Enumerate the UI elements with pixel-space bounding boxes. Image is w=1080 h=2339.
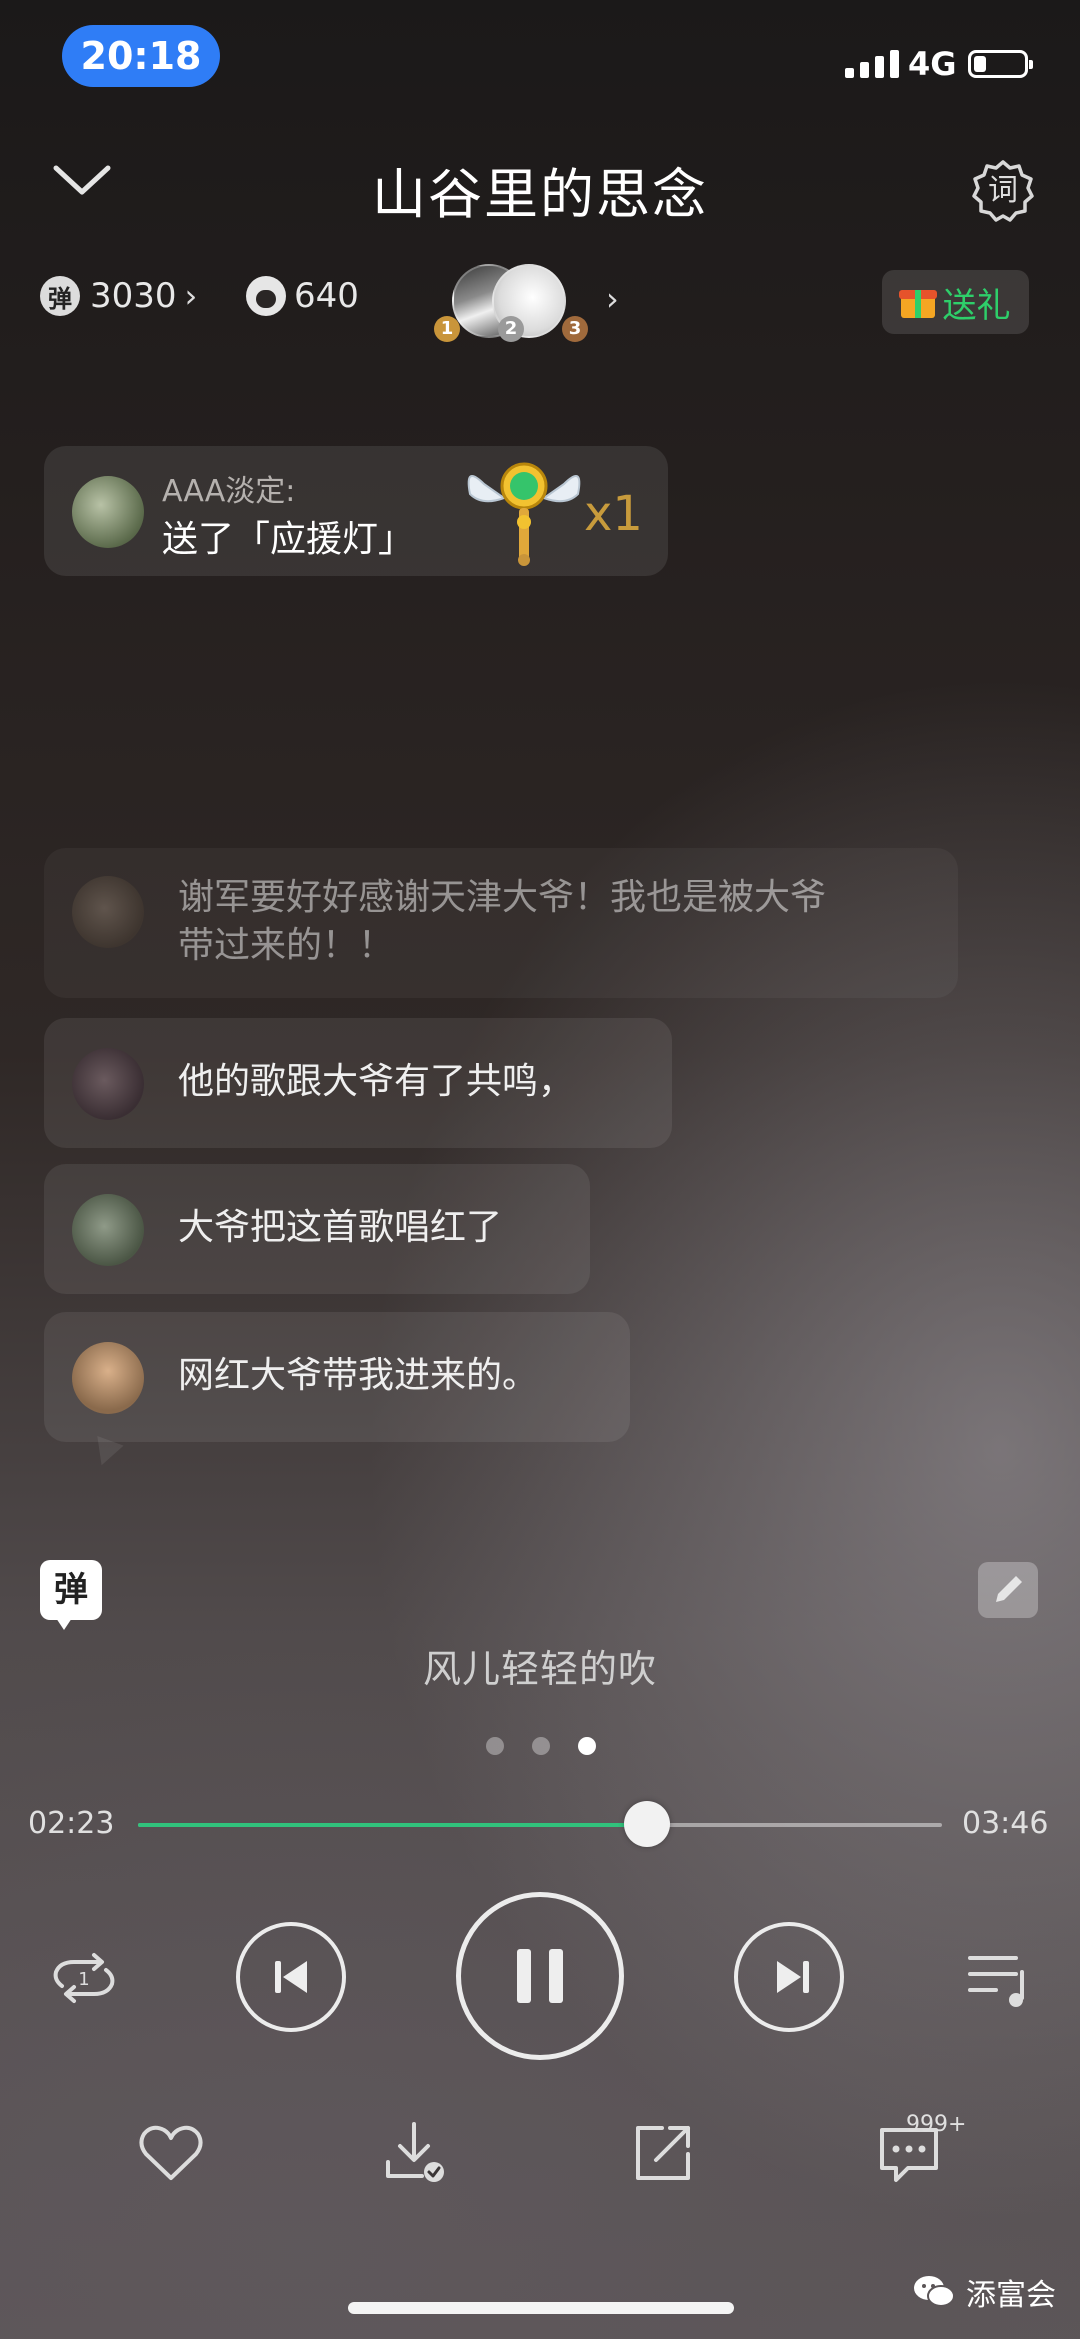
share-button[interactable]	[628, 2118, 698, 2188]
signal-icon	[845, 50, 899, 78]
wechat-icon	[914, 2276, 955, 2307]
comment-text: 他的歌跟大爷有了共鸣，	[178, 1061, 575, 1102]
progress-slider[interactable]	[138, 1801, 942, 1847]
like-button[interactable]	[136, 2118, 206, 2188]
page-dot-active	[578, 1737, 596, 1755]
top-gifters[interactable]: 1 2 3	[428, 262, 598, 346]
playlist-button[interactable]	[966, 1948, 1036, 2010]
rank-badge: 2	[498, 316, 524, 342]
danmaku-toggle-button[interactable]: 弹	[40, 1560, 102, 1630]
gift-sender: AAA淡定:	[162, 474, 296, 509]
pause-icon	[517, 1949, 563, 2003]
gift-multiplier: x1	[584, 486, 643, 542]
danmaku-count-link[interactable]: 弹 3030 ›	[40, 276, 197, 316]
avatar	[72, 1048, 144, 1120]
lyrics-settings-button[interactable]: 词	[970, 158, 1036, 224]
gift-notice: AAA淡定: 送了「应援灯」 x1	[44, 446, 668, 576]
page-dot	[486, 1737, 504, 1755]
comment-item[interactable]: 网红大爷带我进来的。	[44, 1312, 630, 1442]
current-time: 02:23	[28, 1806, 115, 1841]
comment-text: 大爷把这首歌唱红了	[178, 1207, 503, 1248]
download-button[interactable]	[382, 2118, 452, 2188]
chevron-right-icon[interactable]: ›	[598, 280, 619, 318]
comment-text: 谢军要好好感谢天津大爷！我也是被大爷 带过来的！！	[178, 877, 827, 966]
repeat-one-icon: 1	[53, 1953, 115, 2003]
battery-icon	[968, 50, 1033, 78]
avatar	[72, 476, 144, 548]
pause-button[interactable]	[456, 1892, 624, 2060]
home-indicator[interactable]	[348, 2302, 734, 2314]
progress-fill	[138, 1823, 647, 1827]
download-icon	[386, 2122, 444, 2182]
send-gift-button[interactable]: 送礼	[882, 270, 1029, 334]
comment-item[interactable]: 谢军要好好感谢天津大爷！我也是被大爷 带过来的！！	[44, 848, 958, 998]
total-time: 03:46	[962, 1806, 1049, 1841]
heart-icon	[139, 2125, 203, 2180]
comment-item[interactable]: 他的歌跟大爷有了共鸣，	[44, 1018, 672, 1148]
listen-count-link[interactable]: 640	[246, 276, 359, 316]
rank-badge: 3	[562, 316, 588, 342]
previous-track-button[interactable]	[236, 1922, 346, 2032]
watermark-text: 添富会	[966, 2278, 1056, 2313]
comment-count-badge: 999+	[906, 2112, 967, 2137]
avatar	[72, 1342, 144, 1414]
current-lyric: 风儿轻轻的吹	[422, 1647, 657, 1691]
next-track-button[interactable]	[734, 1922, 844, 2032]
repeat-mode-label: 1	[78, 1969, 89, 1990]
progress-thumb[interactable]	[623, 1801, 670, 1847]
cheer-lamp-icon	[467, 462, 581, 566]
watermark: 添富会	[912, 2270, 1056, 2314]
danmaku-badge: 弹	[40, 276, 80, 316]
playlist-icon	[968, 1956, 1024, 2007]
avatar	[72, 1194, 144, 1266]
status-time: 20:18	[62, 25, 220, 87]
chevron-right-icon: ›	[184, 277, 198, 315]
lyrics-button-label: 词	[988, 173, 1018, 208]
gift-icon	[898, 286, 937, 318]
danmaku-count: 3030	[90, 276, 177, 316]
comment-item[interactable]: 大爷把这首歌唱红了	[44, 1164, 590, 1294]
send-gift-label: 送礼	[942, 285, 1011, 326]
edit-danmaku-button[interactable]	[978, 1562, 1038, 1618]
page-indicator	[486, 1737, 596, 1755]
comment-text: 网红大爷带我进来的。	[178, 1355, 539, 1396]
page-dot	[532, 1737, 550, 1755]
repeat-one-button[interactable]: 1	[48, 1950, 120, 2006]
next-icon	[777, 1961, 809, 1993]
listen-count: 640	[294, 276, 359, 316]
share-icon	[636, 2126, 690, 2180]
gift-message: 送了「应援灯」	[162, 519, 415, 560]
song-title: 山谷里的思念	[372, 163, 708, 226]
network-type: 4G	[908, 45, 957, 83]
avatar	[72, 876, 144, 948]
previous-icon	[275, 1961, 307, 1993]
listeners-icon	[246, 276, 286, 316]
pencil-icon	[996, 1576, 1022, 1602]
rank-badge: 1	[434, 316, 460, 342]
